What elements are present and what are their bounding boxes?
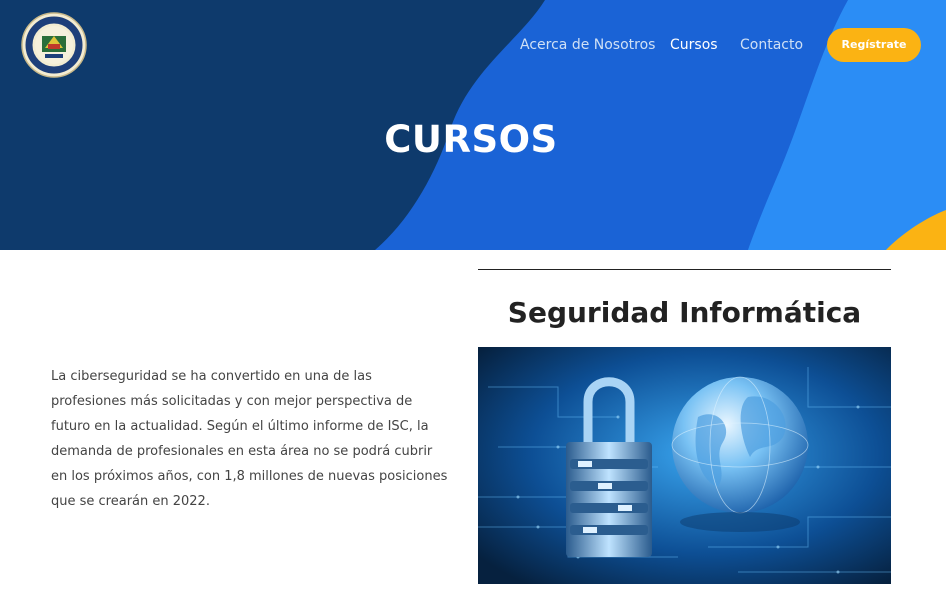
nav-item-acerca[interactable]: Acerca de Nosotros	[520, 37, 655, 53]
register-button[interactable]: Regístrate	[827, 28, 921, 62]
section-divider	[478, 269, 891, 270]
course-description: La ciberseguridad se ha convertido en un…	[51, 369, 448, 509]
course-title: Seguridad Informática	[507, 296, 862, 329]
hero-banner: Acerca de Nosotros Cursos Contacto Regís…	[0, 0, 946, 250]
main-nav: Acerca de Nosotros Cursos Contacto Regís…	[0, 0, 946, 90]
course-image	[478, 347, 891, 584]
page-title: CURSOS	[384, 118, 558, 161]
nav-item-cursos[interactable]: Cursos	[670, 37, 718, 53]
nav-item-contacto[interactable]: Contacto	[740, 37, 803, 53]
